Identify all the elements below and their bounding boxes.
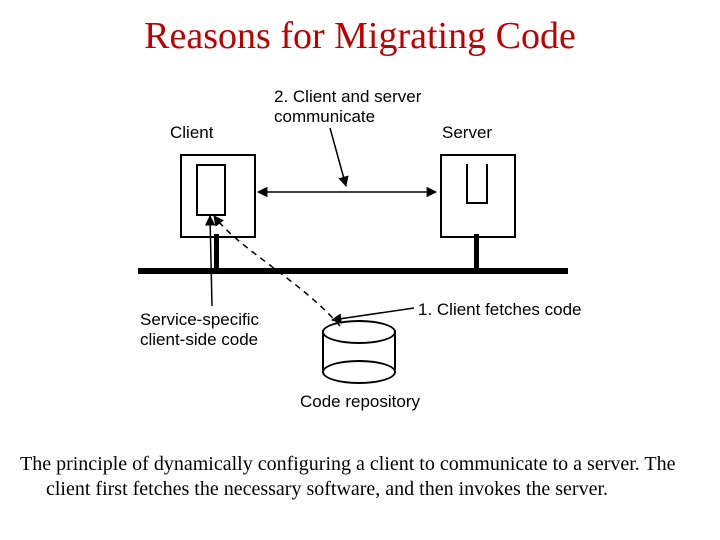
repo-cylinder-bottom [322,360,396,384]
server-socket-right [486,164,488,204]
label-client: Client [170,123,213,143]
slide-title: Reasons for Migrating Code [0,14,720,58]
label-code-repository: Code repository [300,392,420,412]
client-inner-module [196,164,226,216]
server-box [440,154,516,238]
client-stub [214,234,219,270]
label-step2: 2. Client and server communicate [274,87,421,128]
slide: Reasons for Migrating Code Client 2. Cli… [0,0,720,540]
server-socket-bottom [466,202,488,204]
network-bus [138,268,568,274]
repo-cylinder-top [322,320,396,344]
label-service-code: Service-specific client-side code [140,310,259,351]
label-server: Server [442,123,492,143]
caption: The principle of dynamically configuring… [20,452,700,502]
label-step1: 1. Client fetches code [418,300,581,320]
server-socket-left [466,164,468,204]
server-stub [474,234,479,270]
caption-text: The principle of dynamically configuring… [20,452,700,502]
